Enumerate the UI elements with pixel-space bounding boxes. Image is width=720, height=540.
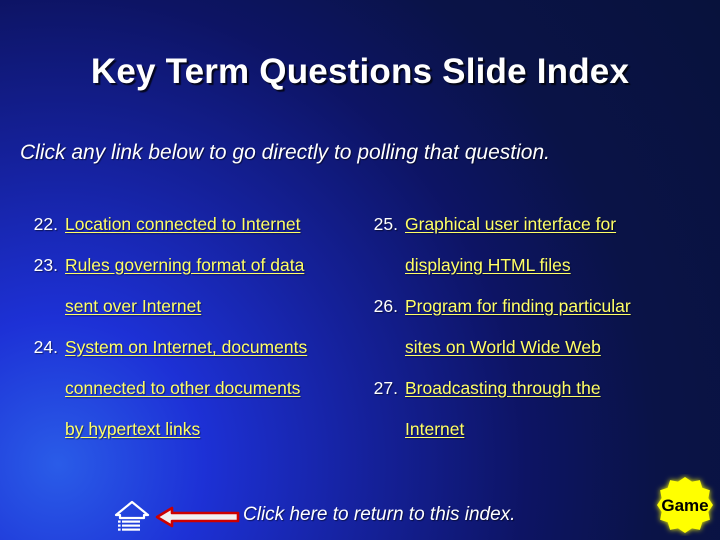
list-item: 23. Rules governing format of data sent … xyxy=(18,245,363,327)
item-number: 26. xyxy=(373,296,398,316)
game-badge[interactable]: Game xyxy=(652,474,718,536)
list-item: 26. Program for finding particular sites… xyxy=(358,286,708,368)
item-body: Location connected to Internet xyxy=(65,204,363,245)
item-number: 22. xyxy=(33,214,58,234)
question-link[interactable]: by hypertext links xyxy=(65,409,363,450)
link-column-right: 25. Graphical user interface for display… xyxy=(358,204,708,450)
list-item: 22. Location connected to Internet xyxy=(18,204,363,245)
item-body: Graphical user interface for displaying … xyxy=(405,204,708,286)
return-instruction-text: Click here to return to this index. xyxy=(243,504,516,525)
item-body: System on Internet, documents connected … xyxy=(65,327,363,450)
question-link[interactable]: Program for finding particular xyxy=(405,286,708,327)
game-badge-label: Game xyxy=(661,496,708,515)
list-item: 25. Graphical user interface for display… xyxy=(358,204,708,286)
question-link[interactable]: sites on World Wide Web xyxy=(405,327,708,368)
question-link[interactable]: displaying HTML files xyxy=(405,245,708,286)
question-link[interactable]: Broadcasting through the xyxy=(405,368,708,409)
item-body: Program for finding particular sites on … xyxy=(405,286,708,368)
link-column-left: 22. Location connected to Internet 23. R… xyxy=(18,204,363,450)
instruction-text: Click any link below to go directly to p… xyxy=(20,141,550,164)
question-link[interactable]: Internet xyxy=(405,409,708,450)
item-number: 23. xyxy=(33,255,58,275)
item-number: 25. xyxy=(373,214,398,234)
question-link[interactable]: Location connected to Internet xyxy=(65,204,363,245)
left-arrow-icon[interactable] xyxy=(155,506,240,528)
item-body: Rules governing format of data sent over… xyxy=(65,245,363,327)
list-item: 27. Broadcasting through the Internet xyxy=(358,368,708,450)
item-number: 24. xyxy=(33,337,58,357)
item-body: Broadcasting through the Internet xyxy=(405,368,708,450)
question-link[interactable]: connected to other documents xyxy=(65,368,363,409)
page-title: Key Term Questions Slide Index xyxy=(90,52,630,91)
question-link[interactable]: System on Internet, documents xyxy=(65,327,363,368)
question-link[interactable]: sent over Internet xyxy=(65,286,363,327)
question-link[interactable]: Graphical user interface for xyxy=(405,204,708,245)
item-number: 27. xyxy=(373,378,398,398)
slide-canvas: Key Term Questions Slide Index Click any… xyxy=(0,0,720,540)
question-link[interactable]: Rules governing format of data xyxy=(65,245,363,286)
home-icon[interactable] xyxy=(114,500,150,534)
list-item: 24. System on Internet, documents connec… xyxy=(18,327,363,450)
